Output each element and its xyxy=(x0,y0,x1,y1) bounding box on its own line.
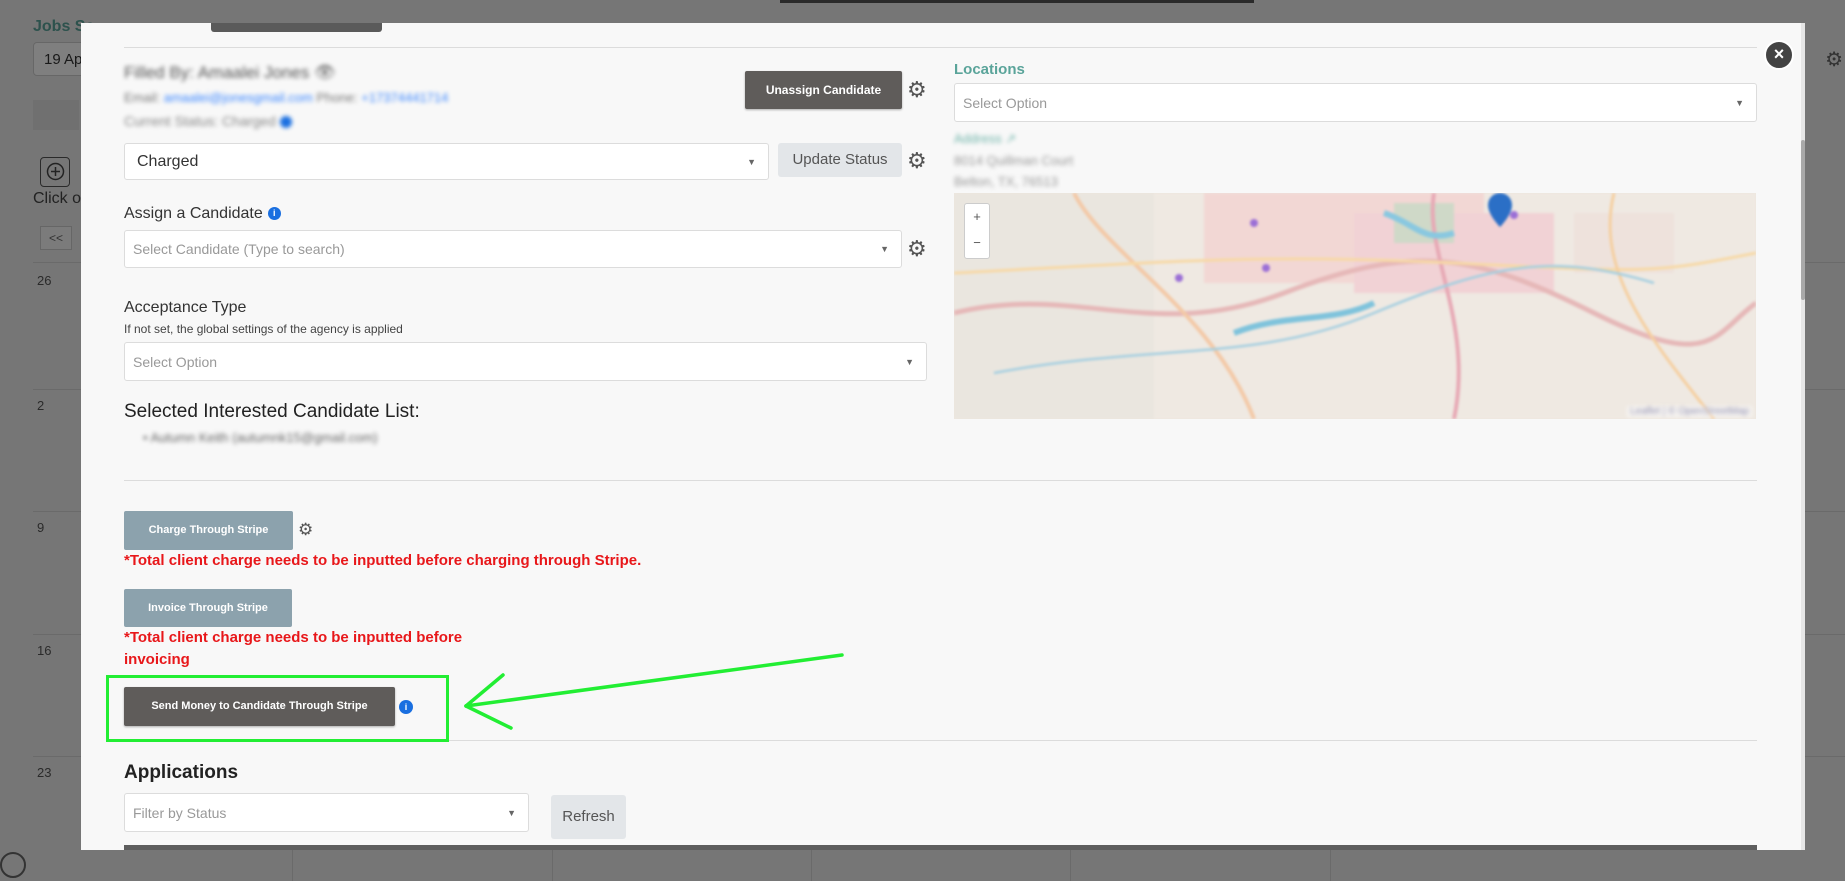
current-status: Current Status: Charged xyxy=(124,113,292,129)
current-status-text: Current Status: Charged xyxy=(124,113,276,129)
modal-scrollbar-thumb[interactable] xyxy=(1801,140,1805,300)
gear-icon[interactable]: ⚙ xyxy=(298,519,313,541)
unassign-candidate-button[interactable]: Unassign Candidate xyxy=(745,71,902,109)
section-divider xyxy=(124,480,1757,481)
zoom-out-icon[interactable]: − xyxy=(965,230,989,256)
interested-candidates-heading: Selected Interested Candidate List: xyxy=(124,401,420,422)
interested-candidate-text: Autumn Keith (autumnk15@gmail.com) xyxy=(150,430,378,445)
phone-label: Phone: xyxy=(316,90,358,105)
filter-status-placeholder: Filter by Status xyxy=(133,804,227,821)
status-select[interactable]: Charged ▼ xyxy=(124,143,769,180)
email-link[interactable]: amaalei@jonesgmail.com xyxy=(164,90,313,105)
gear-icon[interactable]: ⚙ xyxy=(907,238,927,260)
address-line-1: 8014 Quillman Court xyxy=(954,153,1074,168)
applications-heading: Applications xyxy=(124,762,239,783)
address-line-2: Belton, TX, 76513 xyxy=(954,174,1058,189)
charge-through-stripe-button[interactable]: Charge Through Stripe xyxy=(124,511,293,550)
acceptance-type-label: Acceptance Type xyxy=(124,299,247,316)
interested-candidate-item: • Autumn Keith (autumnk15@gmail.com) xyxy=(143,430,378,445)
phone-link[interactable]: +17374441714 xyxy=(361,90,448,105)
assign-candidate-text: Assign a Candidate xyxy=(124,205,263,222)
chevron-down-icon: ▼ xyxy=(1735,97,1744,108)
gear-icon[interactable]: ⚙ xyxy=(907,79,927,101)
chevron-down-icon: ▼ xyxy=(880,244,889,254)
filled-by-text: Filled By: Amaalei Jones 👁 xyxy=(124,63,336,83)
acceptance-type-hint: If not set, the global settings of the a… xyxy=(124,322,403,336)
acceptance-type-placeholder: Select Option xyxy=(133,353,218,370)
invoice-through-stripe-button[interactable]: Invoice Through Stripe xyxy=(124,589,292,627)
address-label[interactable]: Address ↗ xyxy=(954,131,1016,147)
top-divider xyxy=(124,47,1757,48)
map-attribution[interactable]: Leaflet | © OpenStreetMap xyxy=(1627,406,1752,417)
locations-label: Locations xyxy=(954,61,1025,78)
acceptance-type-select[interactable]: Select Option ▼ xyxy=(124,342,927,381)
eye-icon: 👁 xyxy=(313,63,336,82)
map-zoom-controls[interactable]: + − xyxy=(964,203,990,259)
filled-by-label: Filled By: Amaalei Jones xyxy=(124,63,310,82)
invoice-warning: *Total client charge needs to be inputte… xyxy=(124,629,463,668)
info-icon: i xyxy=(267,207,281,221)
candidate-search-placeholder: Select Candidate (Type to search) xyxy=(133,241,345,257)
email-label: Email: xyxy=(124,90,161,105)
charge-warning: *Total client charge needs to be inputte… xyxy=(124,552,642,569)
update-status-button[interactable]: Update Status xyxy=(778,143,902,177)
chevron-down-icon: ▼ xyxy=(747,156,756,167)
zoom-in-icon[interactable]: + xyxy=(965,204,989,230)
locations-select[interactable]: Select Option ▼ xyxy=(954,83,1757,122)
close-icon[interactable]: × xyxy=(1764,40,1794,70)
locations-placeholder: Select Option xyxy=(963,94,1048,111)
refresh-button[interactable]: Refresh xyxy=(551,795,626,839)
gear-icon[interactable]: ⚙ xyxy=(907,150,927,172)
chevron-down-icon: ▼ xyxy=(905,356,914,367)
status-select-value: Charged xyxy=(137,152,199,170)
map-tiles xyxy=(954,193,1756,419)
table-header-bar xyxy=(124,845,1757,850)
assign-candidate-label: Assign a Candidate i xyxy=(124,205,281,223)
filter-status-select[interactable]: Filter by Status ▼ xyxy=(124,793,529,832)
top-cutoff-button[interactable] xyxy=(211,23,382,32)
info-icon xyxy=(279,116,292,129)
highlight-annotation-box xyxy=(106,675,449,742)
contact-line: Email: amaalei@jonesgmail.com Phone: +17… xyxy=(124,90,448,105)
chevron-down-icon: ▼ xyxy=(507,807,516,818)
candidate-search-select[interactable]: Select Candidate (Type to search) ▼ xyxy=(124,230,902,268)
location-map[interactable]: + − Leaflet | © OpenStreetMap xyxy=(954,193,1756,419)
